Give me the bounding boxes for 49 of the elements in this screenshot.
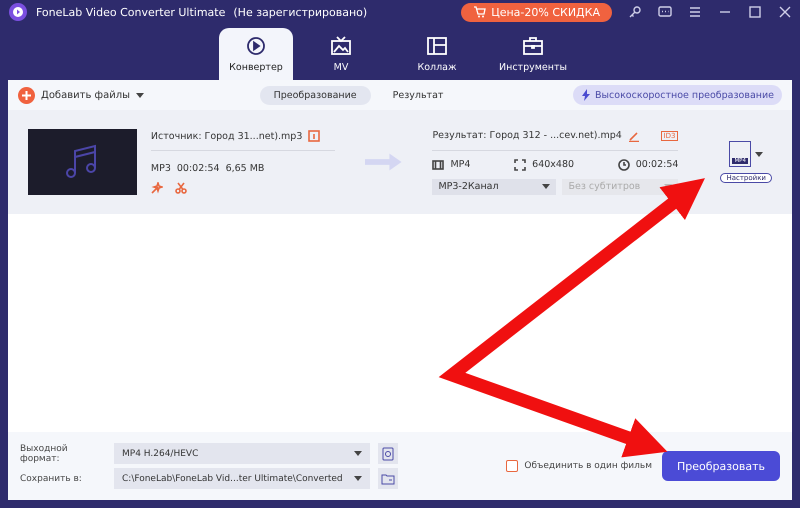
window-title: FoneLab Video Converter Ultimate bbox=[36, 6, 226, 18]
chat-icon[interactable] bbox=[658, 5, 672, 19]
close-icon[interactable] bbox=[778, 5, 792, 19]
main-tab[interactable]: Коллаж bbox=[389, 28, 485, 80]
main-tab[interactable]: Конвертер bbox=[219, 28, 293, 80]
output-resolution: 640x480 bbox=[532, 159, 574, 170]
arrow-right-icon bbox=[364, 152, 402, 172]
scissors-icon[interactable] bbox=[174, 182, 187, 194]
open-folder-button[interactable] bbox=[378, 468, 398, 489]
source-size: 6,65 MB bbox=[226, 163, 264, 174]
source-filename: Источник: Город 31...net).mp3 bbox=[150, 130, 302, 142]
menu-icon[interactable] bbox=[688, 5, 702, 19]
output-format: MP4 bbox=[450, 159, 470, 170]
lightning-icon bbox=[581, 89, 592, 101]
tv-icon bbox=[330, 36, 352, 56]
resize-icon bbox=[514, 158, 526, 170]
film-icon bbox=[432, 158, 444, 170]
audio-track-dropdown[interactable]: MP3-2Канал bbox=[432, 178, 556, 194]
registration-status: (Не зарегистрировано) bbox=[233, 6, 368, 18]
output-format-dropdown[interactable]: MP4 H.264/HEVC bbox=[114, 443, 370, 464]
maximize-icon[interactable] bbox=[748, 5, 762, 19]
main-tab[interactable]: MV bbox=[293, 28, 389, 80]
format-settings-button[interactable] bbox=[378, 443, 398, 464]
source-format: MP3 bbox=[150, 163, 171, 174]
view-tab[interactable]: Преобразование bbox=[260, 86, 371, 104]
toolbox-icon bbox=[522, 36, 544, 56]
output-filename: Результат: Город 312 - ...cev.net).mp4 bbox=[432, 130, 622, 141]
convert-button[interactable]: Преобразовать bbox=[662, 451, 780, 481]
main-tab[interactable]: Инструменты bbox=[485, 28, 581, 80]
clock-icon bbox=[618, 158, 630, 170]
plus-icon bbox=[18, 86, 35, 104]
speed-button[interactable]: Высокоскоростное преобразование bbox=[573, 85, 782, 105]
merge-checkbox[interactable]: Объединить в один фильм bbox=[506, 460, 652, 472]
save-to-label: Сохранить в: bbox=[20, 474, 83, 484]
magic-wand-icon[interactable] bbox=[150, 182, 163, 194]
output-duration: 00:02:54 bbox=[636, 159, 678, 170]
collage-icon bbox=[426, 36, 448, 56]
add-files-button[interactable]: Добавить файлы bbox=[18, 86, 144, 104]
pencil-icon[interactable] bbox=[628, 130, 640, 142]
cart-icon bbox=[473, 6, 486, 18]
source-duration: 00:02:54 bbox=[176, 163, 220, 174]
info-icon[interactable] bbox=[308, 130, 320, 142]
save-path-dropdown[interactable]: C:\FoneLab\FoneLab Vid...ter Ultimate\Converted bbox=[114, 468, 370, 489]
key-icon[interactable] bbox=[628, 5, 642, 19]
view-tab[interactable]: Результат bbox=[378, 86, 458, 104]
app-logo bbox=[8, 2, 28, 22]
convert-icon bbox=[245, 36, 267, 56]
folder-icon bbox=[381, 472, 395, 484]
output-format-label: Выходной формат: bbox=[20, 444, 69, 464]
